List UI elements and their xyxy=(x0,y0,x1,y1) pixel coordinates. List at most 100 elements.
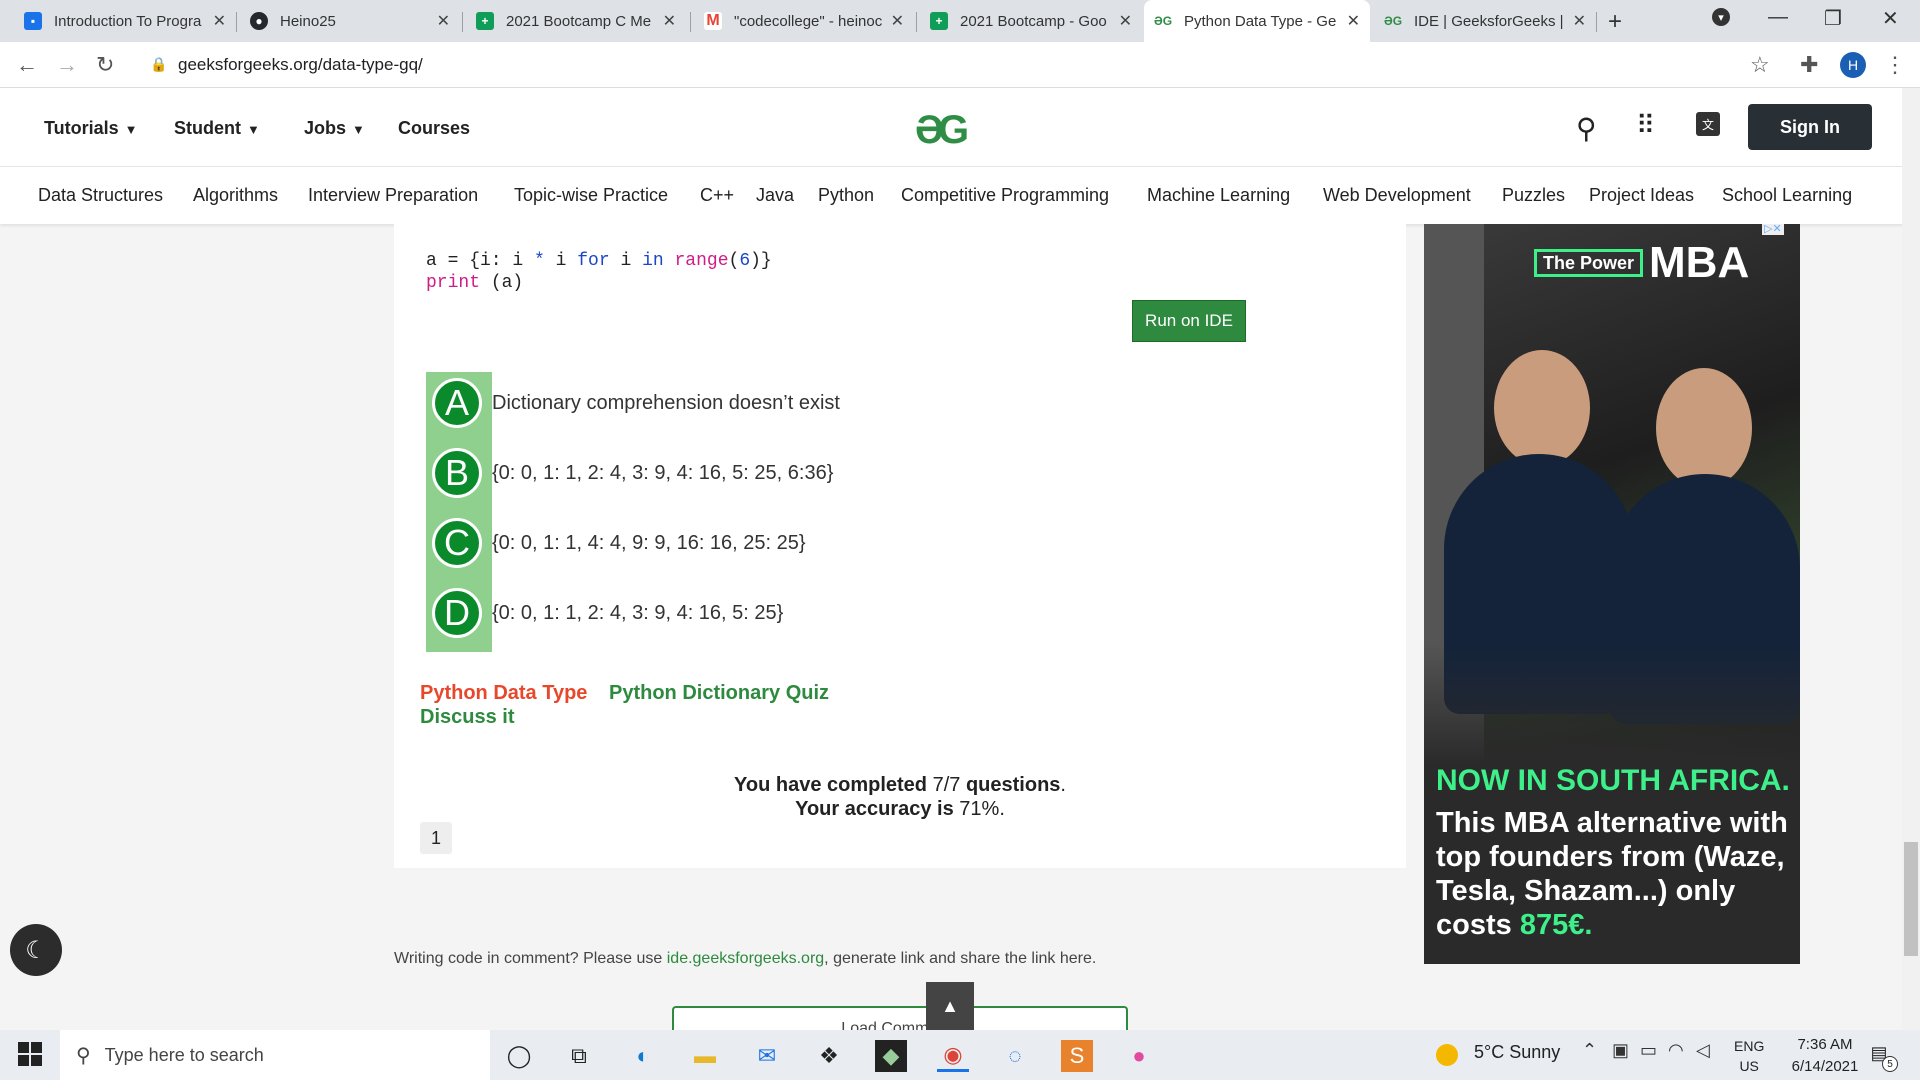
tray-chevron-icon[interactable]: ⌃ xyxy=(1582,1040,1597,1061)
chrome-icon[interactable]: ◉ xyxy=(937,1040,969,1072)
browser-tab[interactable]: ▪ Introduction To Progra ✕ xyxy=(14,0,236,42)
subnav-item[interactable]: Machine Learning xyxy=(1147,185,1290,206)
browser-tab[interactable]: + 2021 Bootcamp - Goo ✕ xyxy=(920,0,1142,42)
chevron-down-icon: ▼ xyxy=(247,122,260,137)
profile-avatar[interactable]: H xyxy=(1840,52,1866,78)
tab-search-icon[interactable]: ▾ xyxy=(1712,8,1730,26)
scroll-to-top-button[interactable]: ▲ xyxy=(926,982,974,1030)
file-explorer-icon[interactable]: ▬ xyxy=(689,1040,721,1072)
ide-link[interactable]: ide.geeksforgeeks.org xyxy=(667,950,824,967)
volume-icon[interactable]: ◁ xyxy=(1696,1040,1710,1061)
scrollbar-thumb[interactable] xyxy=(1904,842,1918,956)
browser-tab-strip: ▪ Introduction To Progra ✕ ● Heino25 ✕ +… xyxy=(0,0,1920,42)
subnav-item[interactable]: Topic-wise Practice xyxy=(514,185,668,206)
nav-tutorials[interactable]: Tutorials ▼ xyxy=(44,118,138,139)
subnav-item[interactable]: School Learning xyxy=(1722,185,1852,206)
pagination-button[interactable]: 1 xyxy=(420,822,452,854)
subnav-item[interactable]: Project Ideas xyxy=(1589,185,1694,206)
translate-icon[interactable]: 文 xyxy=(1696,112,1720,136)
accuracy-label: Your accuracy is xyxy=(795,798,960,820)
subnav-item[interactable]: Puzzles xyxy=(1502,185,1565,206)
subnav-item[interactable]: Python xyxy=(818,185,874,206)
search-icon[interactable]: ⚲ xyxy=(1576,112,1597,145)
tab-title: Python Data Type - Ge xyxy=(1184,12,1337,30)
subnav-item[interactable]: Interview Preparation xyxy=(308,185,478,206)
restore-icon[interactable]: ❐ xyxy=(1824,6,1842,31)
sublime-icon[interactable]: S xyxy=(1061,1040,1093,1072)
gmail-favicon-icon: M xyxy=(704,12,722,30)
language-indicator[interactable]: ENG US xyxy=(1734,1036,1764,1076)
tag-python-data-type[interactable]: Python Data Type xyxy=(420,682,587,705)
taskbar-clock[interactable]: 7:36 AM 6/14/2021 xyxy=(1770,1034,1880,1078)
lock-icon[interactable]: 🔒 xyxy=(150,56,167,73)
sheets-favicon-icon: + xyxy=(476,12,494,30)
clock-date: 6/14/2021 xyxy=(1791,1058,1859,1075)
close-tab-icon[interactable]: ✕ xyxy=(1119,11,1132,31)
predator-icon[interactable]: ◆ xyxy=(875,1040,907,1072)
gfg-logo[interactable]: ƏG xyxy=(915,108,969,153)
meet-now-icon[interactable]: ▣ xyxy=(1612,1040,1629,1061)
subnav-item[interactable]: Data Structures xyxy=(38,185,163,206)
browser-toolbar: ← → ↻ 🔒 geeksforgeeks.org/data-type-gq/ … xyxy=(0,42,1920,88)
advertisement[interactable]: The Power MBA ▷✕ NOW IN SOUTH AFRICA. Th… xyxy=(1424,224,1800,964)
close-window-icon[interactable]: ✕ xyxy=(1882,6,1899,31)
subnav-item[interactable]: Competitive Programming xyxy=(901,185,1109,206)
sign-in-button[interactable]: Sign In xyxy=(1748,104,1872,150)
chevron-down-icon: ▼ xyxy=(352,122,365,137)
edge-icon[interactable]: ◐ xyxy=(627,1040,659,1072)
nav-student[interactable]: Student ▼ xyxy=(174,118,260,139)
messenger-icon[interactable]: ◌ xyxy=(999,1040,1031,1072)
nav-courses[interactable]: Courses xyxy=(398,118,470,139)
address-bar[interactable]: geeksforgeeks.org/data-type-gq/ xyxy=(178,55,423,75)
chrome-menu-icon[interactable]: ⋮ xyxy=(1884,52,1906,78)
weather-widget[interactable]: 5°C Sunny xyxy=(1474,1042,1560,1063)
taskbar-search[interactable]: ⚲ Type here to search xyxy=(60,1030,490,1080)
forward-icon[interactable]: → xyxy=(56,52,78,78)
browser-tab[interactable]: M "codecollege" - heinoc ✕ xyxy=(694,0,914,42)
nav-label: Tutorials xyxy=(44,118,119,138)
option-b[interactable]: B {0: 0, 1: 1, 2: 4, 3: 9, 4: 16, 5: 25,… xyxy=(432,448,833,498)
ad-headline: NOW IN SOUTH AFRICA. xyxy=(1436,764,1790,797)
reload-icon[interactable]: ↻ xyxy=(96,52,114,78)
browser-tab[interactable]: ƏG IDE | GeeksforGeeks | ✕ xyxy=(1374,0,1596,42)
windows-start-icon[interactable] xyxy=(18,1042,42,1066)
close-tab-icon[interactable]: ✕ xyxy=(213,11,226,31)
close-tab-icon[interactable]: ✕ xyxy=(1347,11,1360,31)
bookmark-star-icon[interactable]: ☆ xyxy=(1750,52,1770,78)
mail-icon[interactable]: ✉ xyxy=(751,1040,783,1072)
extensions-puzzle-icon[interactable]: ✚ xyxy=(1800,52,1818,78)
dark-mode-toggle[interactable]: ☾ xyxy=(10,924,62,976)
option-c[interactable]: C {0: 0, 1: 1, 4: 4, 9: 9, 16: 16, 25: 2… xyxy=(432,518,806,568)
cortana-icon[interactable]: ◯ xyxy=(503,1040,535,1072)
apps-grid-icon[interactable]: ⠿ xyxy=(1636,110,1655,141)
browser-tab[interactable]: ● Heino25 ✕ xyxy=(240,0,460,42)
wifi-icon[interactable]: ◠ xyxy=(1668,1040,1684,1061)
close-tab-icon[interactable]: ✕ xyxy=(663,11,676,31)
code-line-1: a = {i: i * i for i in range(6)} xyxy=(426,251,772,271)
discuss-link[interactable]: Discuss it xyxy=(420,706,514,729)
subnav-item[interactable]: Web Development xyxy=(1323,185,1471,206)
tag-python-dictionary-quiz[interactable]: Python Dictionary Quiz xyxy=(609,682,829,705)
minimize-icon[interactable]: — xyxy=(1768,6,1788,29)
option-a[interactable]: A Dictionary comprehension doesn’t exist xyxy=(432,378,840,428)
subnav-item[interactable]: Java xyxy=(756,185,794,206)
person-head xyxy=(1494,350,1590,466)
battery-icon[interactable]: ▭ xyxy=(1640,1040,1657,1061)
dropbox-icon[interactable]: ❖ xyxy=(813,1040,845,1072)
option-d[interactable]: D {0: 0, 1: 1, 2: 4, 3: 9, 4: 16, 5: 25} xyxy=(432,588,783,638)
new-tab-button[interactable]: + xyxy=(1608,8,1622,36)
run-on-ide-button[interactable]: Run on IDE xyxy=(1132,300,1246,342)
task-view-icon[interactable]: ⧉ xyxy=(563,1040,595,1072)
ad-choices-icon[interactable]: ▷✕ xyxy=(1762,224,1784,235)
browser-tab-active[interactable]: ƏG Python Data Type - Ge ✕ xyxy=(1144,0,1370,42)
subnav-item[interactable]: Algorithms xyxy=(193,185,278,206)
option-letter-badge: C xyxy=(432,518,482,568)
close-tab-icon[interactable]: ✕ xyxy=(1573,11,1586,31)
subnav-item[interactable]: C++ xyxy=(700,185,734,206)
close-tab-icon[interactable]: ✕ xyxy=(891,11,904,31)
close-tab-icon[interactable]: ✕ xyxy=(437,11,450,31)
nav-jobs[interactable]: Jobs ▼ xyxy=(304,118,365,139)
browser-tab[interactable]: + 2021 Bootcamp C Me ✕ xyxy=(466,0,686,42)
back-icon[interactable]: ← xyxy=(16,52,38,78)
paint-icon[interactable]: ● xyxy=(1123,1040,1155,1072)
